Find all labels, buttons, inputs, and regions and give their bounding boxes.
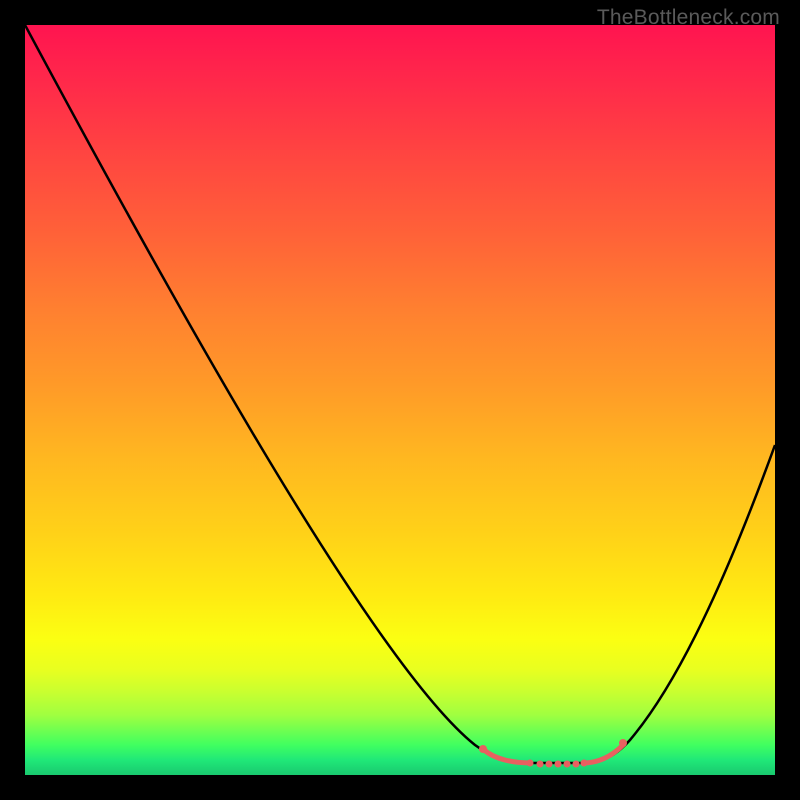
highlight-dot: [527, 760, 534, 767]
highlight-dot: [546, 761, 553, 768]
highlight-dot: [537, 761, 544, 768]
curve-svg: [25, 25, 775, 775]
highlight-segment-left: [483, 749, 530, 763]
highlight-dot: [619, 739, 627, 747]
bottleneck-curve: [25, 25, 775, 763]
plot-area: [25, 25, 775, 775]
highlight-dot: [581, 760, 588, 767]
watermark-text: TheBottleneck.com: [597, 6, 780, 30]
highlight-dot: [479, 745, 487, 753]
chart-container: TheBottleneck.com: [0, 0, 800, 800]
highlight-dot: [555, 761, 562, 768]
highlight-dot: [564, 761, 571, 768]
highlight-dot: [573, 761, 580, 768]
highlight-segment-right: [583, 745, 623, 763]
